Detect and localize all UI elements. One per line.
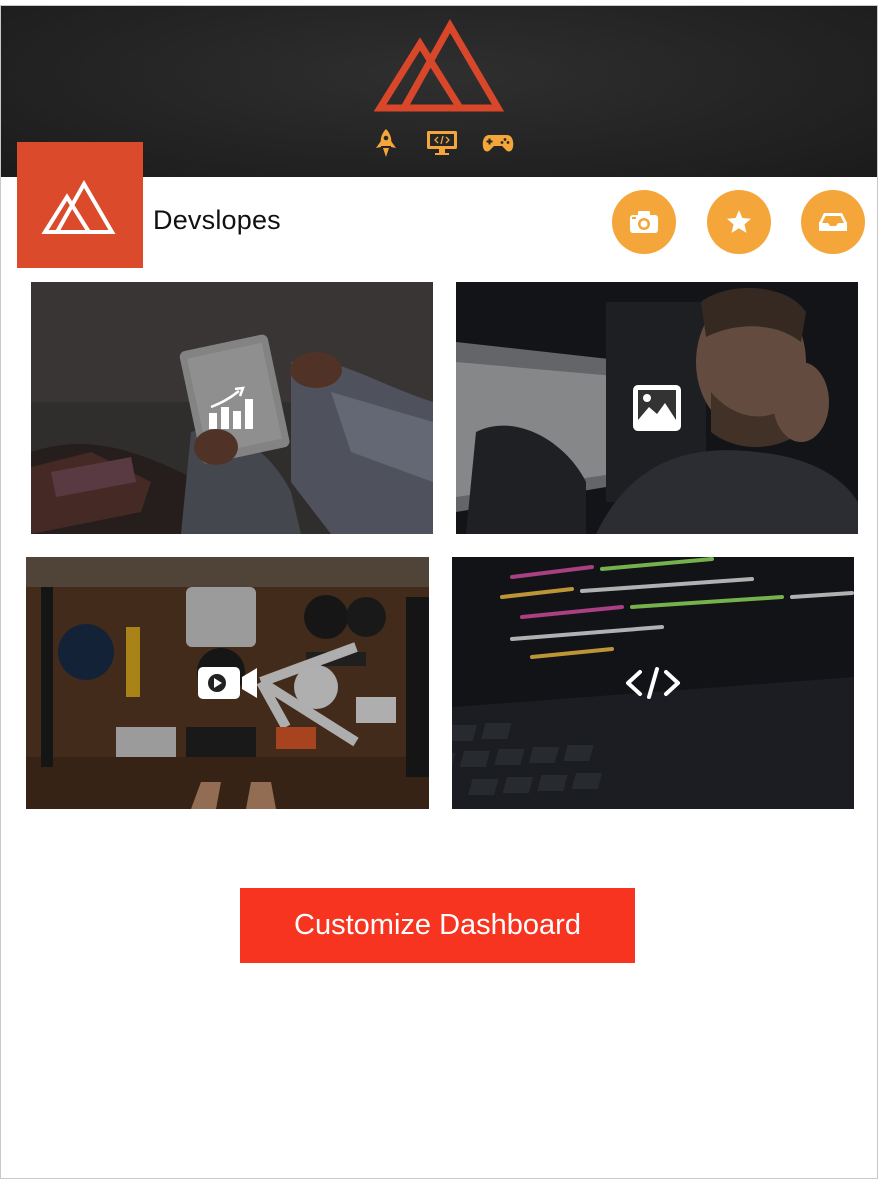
code-tile[interactable] — [452, 557, 854, 809]
mountain-logo-icon — [41, 179, 116, 234]
favorites-button[interactable] — [707, 190, 771, 254]
inbox-button[interactable] — [801, 190, 865, 254]
code-monitor-icon[interactable] — [425, 128, 459, 158]
mountain-logo-icon — [374, 18, 504, 112]
brand-logo-tile — [17, 142, 143, 268]
star-icon — [726, 210, 752, 233]
customize-dashboard-button[interactable]: Customize Dashboard — [240, 888, 635, 963]
chart-icon — [209, 386, 253, 429]
camera-icon — [630, 211, 658, 233]
app-window: Devslopes Customize Dashboard — [0, 5, 878, 1179]
rocket-icon[interactable] — [369, 128, 403, 158]
header-icon-row — [369, 126, 515, 160]
gamepad-icon[interactable] — [481, 128, 515, 158]
analytics-tile[interactable] — [31, 282, 433, 534]
image-icon — [633, 385, 681, 431]
video-tile[interactable] — [26, 557, 429, 809]
code-icon — [626, 667, 680, 699]
brand-name: Devslopes — [153, 205, 281, 235]
photos-tile[interactable] — [456, 282, 858, 534]
camera-button[interactable] — [612, 190, 676, 254]
inbox-icon — [819, 213, 847, 231]
video-camera-icon — [197, 667, 257, 699]
